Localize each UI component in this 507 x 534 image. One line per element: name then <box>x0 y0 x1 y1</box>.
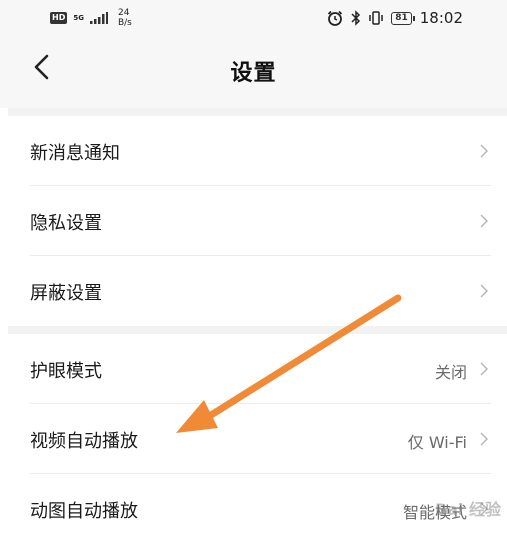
status-right: 81 18:02 <box>327 9 463 27</box>
setting-row-video-autoplay[interactable]: 视频自动播放 仅 Wi-Fi <box>8 404 507 474</box>
section-gap <box>8 108 507 116</box>
setting-label: 动图自动播放 <box>30 501 138 522</box>
chevron-right-icon <box>480 214 488 228</box>
section-gap <box>8 326 507 334</box>
settings-screen: HD 5G 24 B/s 81 18:02 设置 新消息通知 隐私设置 屏蔽设置… <box>0 0 507 534</box>
setting-label: 屏蔽设置 <box>30 283 102 304</box>
settings-group-2: 护眼模式 关闭 视频自动播放 仅 Wi-Fi 动图自动播放 智能模式 <box>8 334 507 534</box>
setting-label: 护眼模式 <box>30 361 102 382</box>
page-title: 设置 <box>230 61 277 86</box>
setting-value: 仅 Wi-Fi <box>407 433 467 452</box>
alarm-icon <box>328 10 343 26</box>
setting-row-eye-care[interactable]: 护眼模式 关闭 <box>8 334 507 404</box>
network-speed: 24 B/s <box>118 8 132 28</box>
settings-group-1: 新消息通知 隐私设置 屏蔽设置 <box>8 116 507 326</box>
battery-icon: 81 <box>391 11 415 25</box>
network-type: 5G <box>73 13 84 22</box>
nav-header: 设置 <box>0 38 507 108</box>
chevron-right-icon <box>480 432 488 446</box>
network-type-label: 5G <box>73 13 84 22</box>
status-bar: HD 5G 24 B/s 81 18:02 <box>0 0 507 38</box>
setting-row-privacy[interactable]: 隐私设置 <box>8 186 507 256</box>
speed-unit: B/s <box>117 18 132 28</box>
chevron-right-icon <box>480 144 488 158</box>
setting-row-new-message[interactable]: 新消息通知 <box>8 116 507 186</box>
hd-badge: HD <box>50 12 68 24</box>
setting-value: 关闭 <box>434 363 467 382</box>
bluetooth-icon <box>351 10 361 26</box>
setting-label: 新消息通知 <box>30 143 120 164</box>
chevron-right-icon <box>480 284 488 298</box>
watermark: Bai 经验 <box>434 500 501 519</box>
setting-row-gif-autoplay[interactable]: 动图自动播放 智能模式 <box>8 474 507 534</box>
signal-icon <box>89 12 108 24</box>
chevron-right-icon <box>480 362 488 376</box>
setting-label: 隐私设置 <box>30 213 102 234</box>
status-time: 18:02 <box>419 9 463 27</box>
vibrate-icon <box>369 11 383 25</box>
status-left: HD 5G 24 B/s <box>50 8 132 28</box>
setting-row-block[interactable]: 屏蔽设置 <box>8 256 507 326</box>
setting-label: 视频自动播放 <box>30 431 138 452</box>
speed-value: 24 <box>117 8 130 18</box>
